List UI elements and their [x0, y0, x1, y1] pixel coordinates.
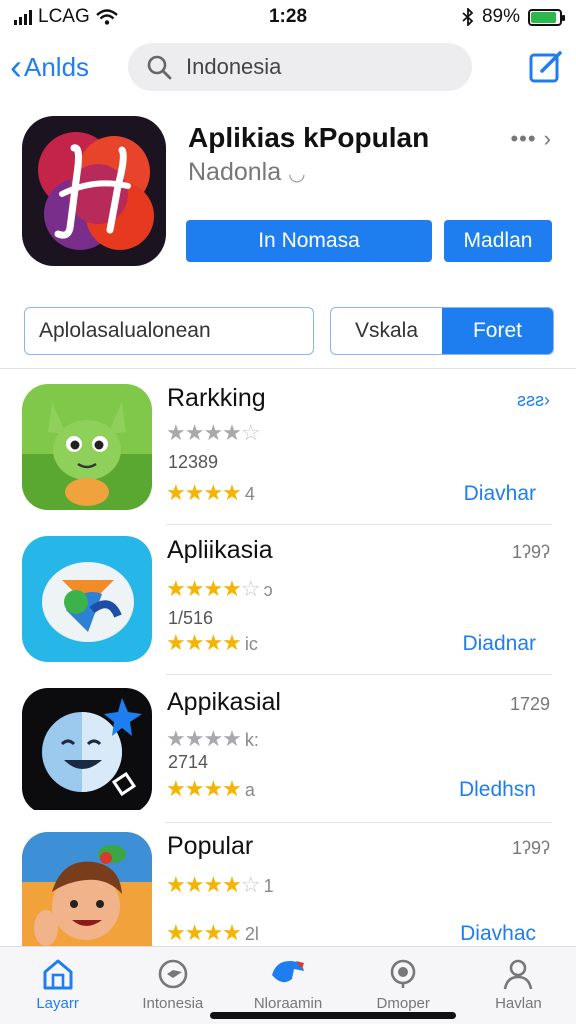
row-divider [166, 524, 552, 525]
chevron-right-icon: › [543, 126, 552, 151]
battery-fill [531, 11, 556, 23]
tab-label: Dmoper [376, 995, 430, 1012]
compose-icon [529, 51, 562, 83]
rating-tail: 2l [244, 924, 259, 944]
tab-label: Havlan [495, 995, 542, 1012]
rating-tail: k: [244, 730, 259, 750]
secondary-action-button[interactable]: Madlan [444, 220, 552, 262]
featured-subtitle: Nadonla ◡ [188, 158, 306, 187]
rating-stars: ★★★★ a [166, 776, 255, 801]
status-left: LCAG [14, 6, 214, 28]
app-meta: 1ʔ9ʔ [511, 838, 550, 858]
back-button[interactable]: ‹ Anlds [10, 49, 128, 85]
signal-icon [14, 9, 32, 25]
wifi-icon [95, 9, 118, 25]
rating-tail: ic [244, 634, 258, 654]
badge-icon: ◡ [288, 163, 306, 185]
row-divider [166, 674, 552, 675]
app-meta: 1ʔ9ʔ [511, 542, 550, 562]
status-bar: LCAG 1:28 89% [0, 0, 576, 34]
more-dots: ••• [510, 126, 537, 151]
home-icon [43, 959, 73, 990]
app-icon-monster [22, 384, 152, 510]
search-bar[interactable] [128, 43, 472, 91]
rating-stars: ★★★★ 4 [166, 480, 255, 505]
rating-stars: ★★★★☆ ɔ [166, 576, 273, 601]
more-button[interactable]: ••• › [510, 126, 552, 152]
map-icon [272, 961, 304, 983]
rating-count: 2714 [168, 752, 209, 772]
rating-stars-gray: ★★★★ k: [166, 726, 259, 751]
tab-profile[interactable]: Havlan [461, 947, 576, 1024]
rating-tail: 4 [244, 484, 255, 504]
app-name: Rarkking [167, 384, 266, 412]
app-meta: 1729 [509, 694, 550, 714]
app-name: Popular [167, 832, 254, 860]
tab-home[interactable]: Layarr [0, 947, 115, 1024]
rating-stars: ★★★★☆ 1 [166, 872, 274, 897]
chevron-right-icon: › [544, 390, 550, 410]
featured-subtitle-text: Nadonla [188, 158, 282, 186]
search-icon [390, 959, 416, 988]
rating-stars: ★★★★ 2l [166, 920, 259, 945]
featured-title: Aplikias kPopulan [188, 122, 430, 153]
bluetooth-icon [462, 8, 474, 26]
list-item[interactable]: Apliikasia 1ʔ9ʔ ★★★★☆ ɔ 1/516 ★★★★ ic Diad… [22, 536, 552, 664]
row-divider [166, 822, 552, 823]
list-item[interactable]: Popular 1ʔ9ʔ ★★★★☆ 1 ★★★★ 2l Diavhac [22, 832, 552, 946]
chevron-left-icon: ‹ [10, 46, 22, 87]
segmented-control: Vskala Foret [330, 307, 554, 355]
rating-stars: ★★★★ ic [166, 630, 258, 655]
rating-tail: a [244, 780, 255, 800]
segment-option-2[interactable]: Foret [442, 308, 553, 354]
primary-action-button[interactable]: In Nomasa [186, 220, 432, 262]
tab-label: Nloraamin [253, 995, 323, 1012]
get-button[interactable]: Diadnar [462, 632, 536, 656]
app-meta-text: ƨƨƨ [517, 390, 544, 410]
list-item[interactable]: Appikasial 1729 ★★★★ k: 2714 ★★★★ a Dledhs… [22, 688, 552, 812]
rating-stars-gray: ★★★★☆ [166, 420, 261, 445]
app-meta: ƨƨƨ› [517, 390, 550, 411]
app-name: Apliikasia [167, 536, 273, 564]
compose-button[interactable] [526, 47, 566, 87]
list-item[interactable]: Rarkking ƨƨƨ› ★★★★☆ 12389 ★★★★ 4 Diavhar [22, 384, 552, 512]
featured-app-icon [22, 116, 166, 266]
back-label: Anlds [24, 51, 90, 82]
carrier-label: LCAG [38, 6, 90, 27]
get-button[interactable]: Dledhsn [459, 778, 536, 802]
app-icon-character [22, 832, 152, 946]
battery-icon [528, 8, 565, 26]
rating-count: 1/516 [168, 608, 214, 628]
app-icon-face [22, 688, 152, 814]
get-button[interactable]: Diavhac [460, 922, 536, 946]
tab-label: Intonesia [142, 995, 204, 1012]
person-icon [504, 959, 533, 990]
status-right: 89% [362, 6, 565, 28]
segment-option-1[interactable]: Vskala [331, 308, 442, 354]
compass-icon [158, 959, 188, 989]
app-name: Appikasial [167, 688, 281, 716]
search-icon [147, 55, 172, 80]
clock: 1:28 [268, 6, 308, 27]
rating-tail: ɔ [263, 580, 273, 600]
tab-label: Layarr [36, 995, 79, 1012]
divider [0, 368, 576, 369]
get-button[interactable]: Diavhar [464, 482, 536, 506]
nav-bar: ‹ Anlds [0, 40, 576, 94]
rating-count: 12389 [168, 452, 219, 472]
rating-tail: 1 [263, 876, 274, 896]
home-indicator[interactable] [210, 1012, 456, 1019]
featured-app[interactable]: Aplikias kPopulan Nadonla ◡ ••• › In Nom… [22, 114, 554, 270]
app-icon-maps [22, 536, 152, 662]
category-field[interactable]: Aplolasalualonean [24, 307, 314, 355]
search-input[interactable] [186, 54, 446, 80]
battery-percent: 89% [481, 6, 520, 27]
